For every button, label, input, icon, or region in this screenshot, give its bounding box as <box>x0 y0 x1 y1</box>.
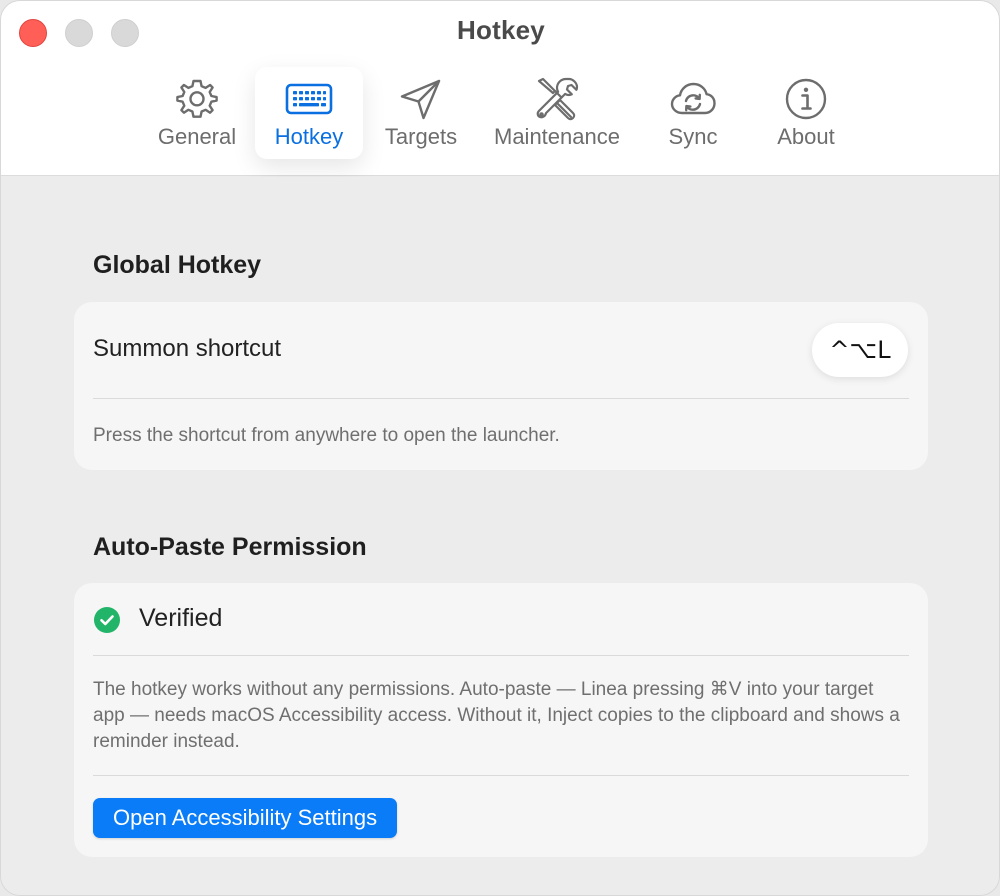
keyboard-icon <box>285 83 333 115</box>
auto-paste-card: Verified The hotkey works without any pe… <box>74 583 928 857</box>
tab-hotkey-label: Hotkey <box>274 124 344 149</box>
info-icon <box>785 78 827 120</box>
divider <box>93 775 909 776</box>
auto-paste-heading: Auto-Paste Permission <box>93 533 367 561</box>
tab-maintenance[interactable]: Maintenance <box>483 67 631 159</box>
open-accessibility-settings-button[interactable]: Open Accessibility Settings <box>93 798 398 838</box>
tab-targets[interactable]: Targets <box>373 67 469 159</box>
global-hotkey-card: Summon shortcut ^⌥L Press the shortcut f… <box>74 302 928 470</box>
cloud-sync-icon <box>670 82 716 115</box>
toolbar: Hotkey General Hotkey Targets Maintenanc… <box>1 1 999 176</box>
tab-general[interactable]: General <box>149 67 245 159</box>
content-area: Global Hotkey Summon shortcut ^⌥L Press … <box>1 177 999 895</box>
verified-status: Verified <box>139 604 223 632</box>
divider <box>93 398 909 399</box>
tab-sync-label: Sync <box>668 124 718 149</box>
tab-about-label: About <box>777 124 835 149</box>
settings-window: Hotkey General Hotkey Targets Maintenanc… <box>0 0 1000 896</box>
tab-general-label: General <box>157 124 237 149</box>
summon-shortcut-description: Press the shortcut from anywhere to open… <box>93 425 560 446</box>
paper-plane-icon <box>400 79 441 120</box>
window-title: Hotkey <box>457 15 545 45</box>
tab-maintenance-label: Maintenance <box>494 124 620 149</box>
summon-shortcut-recorder[interactable]: ^⌥L <box>812 323 908 377</box>
tab-about[interactable]: About <box>765 67 847 159</box>
gear-icon <box>176 79 218 118</box>
tab-hotkey[interactable]: Hotkey <box>255 67 363 159</box>
auto-paste-description: The hotkey works without any permissions… <box>93 679 900 752</box>
global-hotkey-heading: Global Hotkey <box>93 251 262 279</box>
tools-icon <box>536 77 579 121</box>
check-circle-icon <box>94 607 120 633</box>
tab-targets-label: Targets <box>384 124 458 149</box>
divider <box>93 655 909 656</box>
tab-sync[interactable]: Sync <box>653 67 733 159</box>
summon-shortcut-label: Summon shortcut <box>93 335 282 362</box>
